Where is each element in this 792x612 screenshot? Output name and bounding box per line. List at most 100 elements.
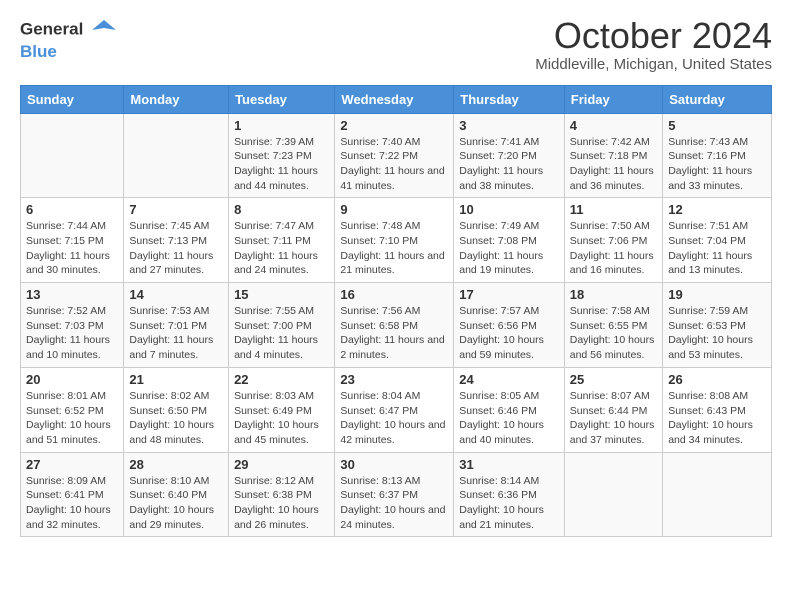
day-info: Sunrise: 7:43 AMSunset: 7:16 PMDaylight:…	[668, 135, 766, 194]
logo-bird-icon	[90, 16, 118, 44]
calendar-cell: 5 Sunrise: 7:43 AMSunset: 7:16 PMDayligh…	[663, 113, 772, 198]
calendar-cell: 1 Sunrise: 7:39 AMSunset: 7:23 PMDayligh…	[229, 113, 335, 198]
day-info: Sunrise: 7:41 AMSunset: 7:20 PMDaylight:…	[459, 135, 559, 194]
day-number: 26	[668, 372, 766, 387]
logo-text: General	[20, 16, 118, 44]
calendar-cell: 25 Sunrise: 8:07 AMSunset: 6:44 PMDaylig…	[564, 367, 662, 452]
day-info: Sunrise: 7:48 AMSunset: 7:10 PMDaylight:…	[340, 219, 448, 278]
calendar-cell: 10 Sunrise: 7:49 AMSunset: 7:08 PMDaylig…	[454, 198, 565, 283]
day-number: 19	[668, 287, 766, 302]
calendar-cell: 26 Sunrise: 8:08 AMSunset: 6:43 PMDaylig…	[663, 367, 772, 452]
calendar-cell: 28 Sunrise: 8:10 AMSunset: 6:40 PMDaylig…	[124, 452, 229, 537]
calendar-cell	[663, 452, 772, 537]
day-number: 1	[234, 118, 329, 133]
calendar-cell: 14 Sunrise: 7:53 AMSunset: 7:01 PMDaylig…	[124, 283, 229, 368]
day-number: 11	[570, 202, 657, 217]
day-info: Sunrise: 8:01 AMSunset: 6:52 PMDaylight:…	[26, 389, 118, 448]
day-number: 13	[26, 287, 118, 302]
calendar-week-row: 20 Sunrise: 8:01 AMSunset: 6:52 PMDaylig…	[21, 367, 772, 452]
column-header-saturday: Saturday	[663, 85, 772, 113]
column-header-monday: Monday	[124, 85, 229, 113]
calendar-cell: 8 Sunrise: 7:47 AMSunset: 7:11 PMDayligh…	[229, 198, 335, 283]
day-info: Sunrise: 7:58 AMSunset: 6:55 PMDaylight:…	[570, 304, 657, 363]
logo-blue: Blue	[20, 42, 118, 62]
day-number: 31	[459, 457, 559, 472]
header: General Blue October 2024 Middleville, M…	[20, 16, 772, 73]
day-number: 8	[234, 202, 329, 217]
day-number: 10	[459, 202, 559, 217]
calendar-cell: 18 Sunrise: 7:58 AMSunset: 6:55 PMDaylig…	[564, 283, 662, 368]
day-info: Sunrise: 8:04 AMSunset: 6:47 PMDaylight:…	[340, 389, 448, 448]
calendar-cell: 27 Sunrise: 8:09 AMSunset: 6:41 PMDaylig…	[21, 452, 124, 537]
day-number: 27	[26, 457, 118, 472]
day-number: 4	[570, 118, 657, 133]
day-info: Sunrise: 7:55 AMSunset: 7:00 PMDaylight:…	[234, 304, 329, 363]
day-number: 18	[570, 287, 657, 302]
calendar-cell: 29 Sunrise: 8:12 AMSunset: 6:38 PMDaylig…	[229, 452, 335, 537]
calendar-week-row: 27 Sunrise: 8:09 AMSunset: 6:41 PMDaylig…	[21, 452, 772, 537]
day-number: 29	[234, 457, 329, 472]
day-info: Sunrise: 7:44 AMSunset: 7:15 PMDaylight:…	[26, 219, 118, 278]
calendar-cell: 23 Sunrise: 8:04 AMSunset: 6:47 PMDaylig…	[335, 367, 454, 452]
day-info: Sunrise: 7:56 AMSunset: 6:58 PMDaylight:…	[340, 304, 448, 363]
calendar-cell: 17 Sunrise: 7:57 AMSunset: 6:56 PMDaylig…	[454, 283, 565, 368]
day-number: 5	[668, 118, 766, 133]
day-info: Sunrise: 8:07 AMSunset: 6:44 PMDaylight:…	[570, 389, 657, 448]
calendar-table: SundayMondayTuesdayWednesdayThursdayFrid…	[20, 85, 772, 538]
calendar-week-row: 1 Sunrise: 7:39 AMSunset: 7:23 PMDayligh…	[21, 113, 772, 198]
calendar-week-row: 13 Sunrise: 7:52 AMSunset: 7:03 PMDaylig…	[21, 283, 772, 368]
day-number: 15	[234, 287, 329, 302]
day-number: 2	[340, 118, 448, 133]
day-number: 6	[26, 202, 118, 217]
day-info: Sunrise: 7:40 AMSunset: 7:22 PMDaylight:…	[340, 135, 448, 194]
calendar-cell: 4 Sunrise: 7:42 AMSunset: 7:18 PMDayligh…	[564, 113, 662, 198]
day-number: 28	[129, 457, 223, 472]
day-number: 25	[570, 372, 657, 387]
calendar-cell: 20 Sunrise: 8:01 AMSunset: 6:52 PMDaylig…	[21, 367, 124, 452]
day-number: 17	[459, 287, 559, 302]
calendar-cell	[124, 113, 229, 198]
day-info: Sunrise: 7:47 AMSunset: 7:11 PMDaylight:…	[234, 219, 329, 278]
calendar-cell: 24 Sunrise: 8:05 AMSunset: 6:46 PMDaylig…	[454, 367, 565, 452]
day-info: Sunrise: 7:52 AMSunset: 7:03 PMDaylight:…	[26, 304, 118, 363]
day-info: Sunrise: 8:12 AMSunset: 6:38 PMDaylight:…	[234, 474, 329, 533]
day-info: Sunrise: 8:09 AMSunset: 6:41 PMDaylight:…	[26, 474, 118, 533]
day-number: 12	[668, 202, 766, 217]
day-info: Sunrise: 8:02 AMSunset: 6:50 PMDaylight:…	[129, 389, 223, 448]
column-header-wednesday: Wednesday	[335, 85, 454, 113]
column-header-thursday: Thursday	[454, 85, 565, 113]
calendar-cell: 3 Sunrise: 7:41 AMSunset: 7:20 PMDayligh…	[454, 113, 565, 198]
day-number: 21	[129, 372, 223, 387]
day-info: Sunrise: 7:57 AMSunset: 6:56 PMDaylight:…	[459, 304, 559, 363]
day-info: Sunrise: 7:45 AMSunset: 7:13 PMDaylight:…	[129, 219, 223, 278]
calendar-week-row: 6 Sunrise: 7:44 AMSunset: 7:15 PMDayligh…	[21, 198, 772, 283]
day-info: Sunrise: 7:51 AMSunset: 7:04 PMDaylight:…	[668, 219, 766, 278]
day-info: Sunrise: 8:05 AMSunset: 6:46 PMDaylight:…	[459, 389, 559, 448]
day-number: 30	[340, 457, 448, 472]
column-header-sunday: Sunday	[21, 85, 124, 113]
day-number: 22	[234, 372, 329, 387]
calendar-title: October 2024	[535, 16, 772, 56]
page: General Blue October 2024 Middleville, M…	[0, 0, 792, 557]
day-info: Sunrise: 7:42 AMSunset: 7:18 PMDaylight:…	[570, 135, 657, 194]
day-info: Sunrise: 8:03 AMSunset: 6:49 PMDaylight:…	[234, 389, 329, 448]
day-number: 16	[340, 287, 448, 302]
day-number: 23	[340, 372, 448, 387]
calendar-cell	[21, 113, 124, 198]
calendar-cell: 30 Sunrise: 8:13 AMSunset: 6:37 PMDaylig…	[335, 452, 454, 537]
day-number: 9	[340, 202, 448, 217]
day-info: Sunrise: 8:13 AMSunset: 6:37 PMDaylight:…	[340, 474, 448, 533]
calendar-cell: 11 Sunrise: 7:50 AMSunset: 7:06 PMDaylig…	[564, 198, 662, 283]
calendar-cell: 9 Sunrise: 7:48 AMSunset: 7:10 PMDayligh…	[335, 198, 454, 283]
day-number: 20	[26, 372, 118, 387]
calendar-cell: 6 Sunrise: 7:44 AMSunset: 7:15 PMDayligh…	[21, 198, 124, 283]
day-info: Sunrise: 7:53 AMSunset: 7:01 PMDaylight:…	[129, 304, 223, 363]
calendar-cell: 16 Sunrise: 7:56 AMSunset: 6:58 PMDaylig…	[335, 283, 454, 368]
calendar-cell: 12 Sunrise: 7:51 AMSunset: 7:04 PMDaylig…	[663, 198, 772, 283]
calendar-cell: 7 Sunrise: 7:45 AMSunset: 7:13 PMDayligh…	[124, 198, 229, 283]
logo: General Blue	[20, 16, 118, 62]
day-info: Sunrise: 8:08 AMSunset: 6:43 PMDaylight:…	[668, 389, 766, 448]
day-info: Sunrise: 7:59 AMSunset: 6:53 PMDaylight:…	[668, 304, 766, 363]
calendar-cell: 15 Sunrise: 7:55 AMSunset: 7:00 PMDaylig…	[229, 283, 335, 368]
day-number: 3	[459, 118, 559, 133]
